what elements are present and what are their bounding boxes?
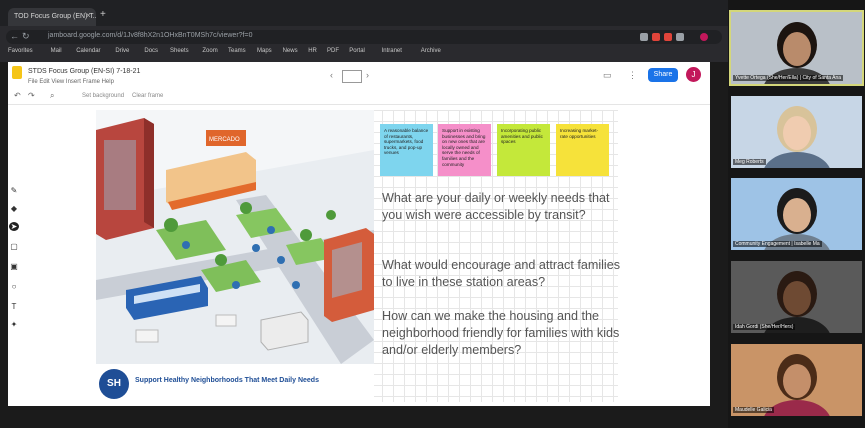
bookmark-item[interactable]: Sheets — [170, 48, 189, 54]
extension-icon[interactable] — [640, 33, 648, 41]
participant-tile[interactable]: Idah Gordi (She/Her/Hers) — [731, 261, 862, 333]
back-icon[interactable]: ← — [10, 31, 19, 41]
extension-icon[interactable] — [676, 33, 684, 41]
bookmark-item[interactable]: Archive — [421, 48, 441, 54]
bookmark-item[interactable]: Intranet — [382, 48, 402, 54]
participant-face — [783, 364, 811, 398]
eraser-icon[interactable]: ◆ — [9, 204, 19, 213]
sticky-note[interactable]: Increasing market-rate opportunities — [556, 124, 609, 176]
chevron-right-icon[interactable]: › — [366, 70, 369, 80]
bookmark-item[interactable]: Zoom — [202, 48, 217, 54]
participant-name: Yvette Ortega (She/Her/Ella) | City of S… — [733, 75, 844, 81]
laser-icon[interactable]: ✦ — [9, 320, 19, 329]
bookmark-item[interactable]: HR — [308, 48, 317, 54]
participant-video — [764, 106, 830, 168]
sticky-note-icon[interactable]: ▢ — [9, 242, 19, 251]
participant-name: Maudelle Galicia — [733, 407, 774, 413]
participant-tile[interactable]: Meg Roberts — [731, 96, 862, 168]
close-icon[interactable]: × — [86, 11, 91, 20]
set-background-button[interactable]: Set background — [82, 93, 124, 99]
participant-name: Idah Gordi (She/Her/Hers) — [733, 324, 796, 330]
participant-face — [783, 116, 811, 150]
illustration-svg: MERCADO — [96, 118, 374, 364]
slide-footer-text: Support Healthy Neighborhoods That Meet … — [135, 377, 319, 384]
question-housing: How can we make the housing and the neig… — [382, 309, 620, 357]
reload-icon[interactable]: ↻ — [22, 31, 30, 42]
participant-video — [764, 271, 830, 333]
pen-icon[interactable]: ✎ — [9, 186, 19, 195]
browser-tab[interactable]: TOD Focus Group (EN) T.. — [8, 8, 96, 26]
bookmark-item[interactable]: Calendar — [76, 48, 100, 54]
url-text[interactable]: jamboard.google.com/d/1Jv8f8hX2n1OHxBnT0… — [48, 32, 252, 39]
more-icon[interactable]: ⋮ — [628, 70, 637, 81]
tab-strip — [0, 0, 728, 26]
meeting-bottom-bar — [0, 406, 728, 428]
zoom-icon[interactable]: ⌕ — [50, 91, 54, 101]
textbox-icon[interactable]: T — [9, 302, 19, 311]
question-daily-needs: What are your daily or weekly needs that… — [382, 191, 610, 222]
frame-bar-button[interactable] — [342, 70, 362, 83]
participant-video — [764, 188, 830, 250]
menu-bar[interactable]: File Edit View Insert Frame Help — [28, 79, 114, 85]
sticky-note[interactable]: Incorporating public amenities and publi… — [497, 124, 550, 176]
sticky-note[interactable]: A reasonable balance of restaurants, sup… — [380, 124, 433, 176]
participant-face — [783, 32, 811, 66]
new-tab-button[interactable]: + — [100, 9, 106, 20]
bookmark-item[interactable]: PDF — [327, 48, 339, 54]
participant-name: Meg Roberts — [733, 159, 766, 165]
participant-video — [764, 354, 830, 416]
undo-icon[interactable]: ↶ — [14, 91, 21, 100]
neighborhood-badge-icon: SH — [99, 369, 129, 399]
store-sign: MERCADO — [209, 137, 240, 143]
document-title[interactable]: STDS Focus Group (EN-SI) 7-18-21 — [28, 68, 140, 75]
participant-face — [783, 198, 811, 232]
bookmark-item[interactable]: News — [283, 48, 298, 54]
participant-name: Community Engagement | Isabelle Ma — [733, 241, 822, 247]
bookmark-item[interactable]: Maps — [257, 48, 272, 54]
account-avatar[interactable]: J — [686, 67, 701, 82]
participant-tile[interactable]: Community Engagement | Isabelle Ma — [731, 178, 862, 250]
participant-face — [783, 281, 811, 315]
participant-tile[interactable]: Yvette Ortega (She/Her/Ella) | City of S… — [729, 10, 864, 86]
present-icon[interactable]: ▭ — [603, 70, 612, 81]
neighborhood-illustration: MERCADO — [96, 110, 374, 364]
question-families: What would encourage and attract familie… — [382, 258, 621, 289]
bookmark-item[interactable]: Mail — [51, 48, 62, 54]
redo-icon[interactable]: ↷ — [28, 91, 35, 100]
sticky-note[interactable]: Support in existing businesses and bring… — [438, 124, 491, 176]
participant-video — [764, 22, 830, 84]
bookmark-item[interactable]: Drive — [115, 48, 129, 54]
chevron-left-icon[interactable]: ‹ — [330, 70, 333, 80]
bookmark-item[interactable]: Portal — [349, 48, 365, 54]
participant-shirt — [764, 152, 830, 168]
select-icon[interactable]: ➤ — [9, 222, 19, 231]
participant-tile[interactable]: Maudelle Galicia — [731, 344, 862, 416]
clear-frame-button[interactable]: Clear frame — [132, 93, 163, 99]
extension-icon[interactable] — [664, 33, 672, 41]
jamboard-logo — [12, 66, 22, 79]
bookmark-item[interactable]: Favorites — [8, 48, 33, 54]
profile-icon[interactable] — [700, 33, 708, 41]
extension-icon[interactable] — [652, 33, 660, 41]
bookmark-item[interactable]: Teams — [228, 48, 246, 54]
share-button[interactable]: Share — [648, 68, 678, 82]
shape-icon[interactable]: ○ — [9, 282, 19, 291]
bookmark-item[interactable]: Docs — [144, 48, 158, 54]
image-icon[interactable]: ▣ — [9, 262, 19, 271]
